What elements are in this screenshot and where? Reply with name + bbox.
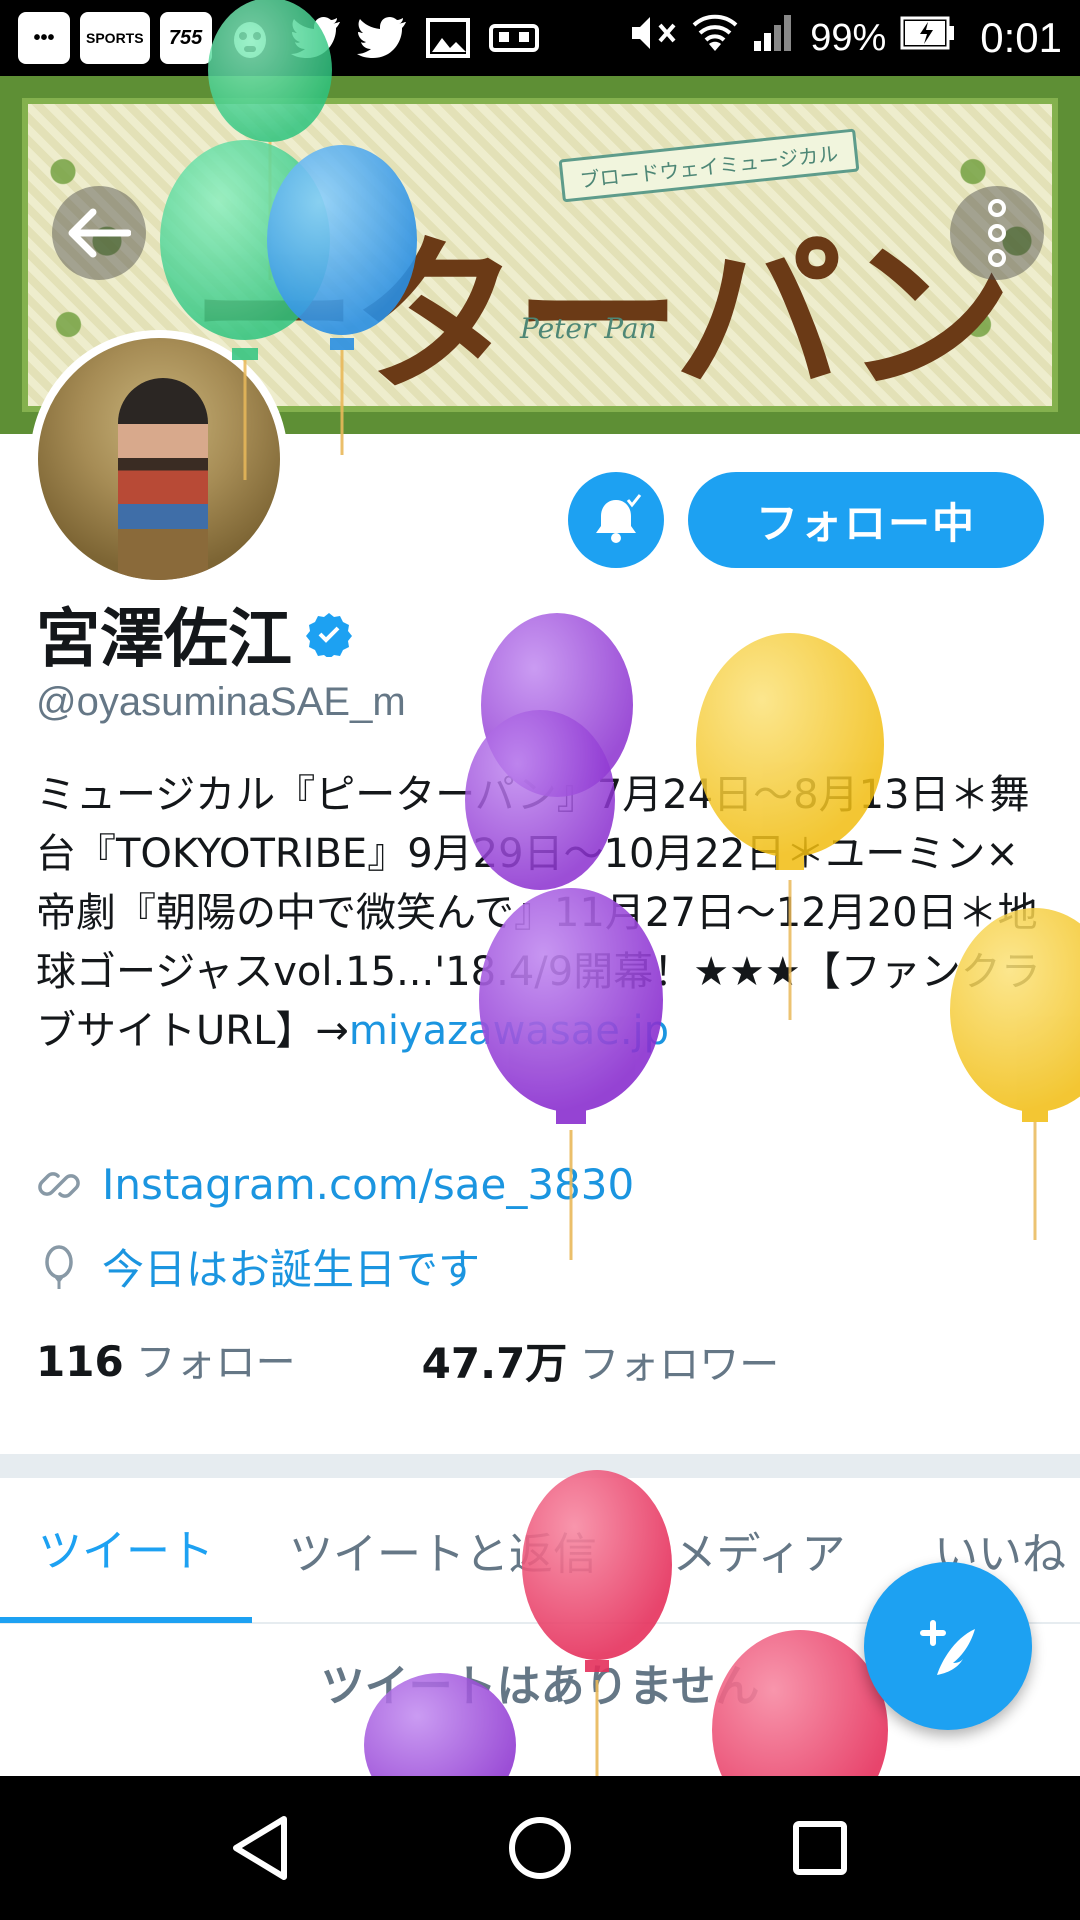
- status-bar: ••• SPORTS 755 99% 0:01: [0, 0, 1080, 76]
- square-recents-icon: [793, 1821, 847, 1875]
- display-name: 宮澤佐江: [36, 603, 292, 677]
- battery-icon: [900, 16, 956, 60]
- nav-home-button[interactable]: [495, 1803, 585, 1893]
- notifications-button[interactable]: [568, 472, 664, 568]
- birthday-row: 今日はお誕生日です: [36, 1236, 480, 1297]
- following-label: フォロー: [135, 1340, 296, 1386]
- twitter-bird-icon-2: [354, 12, 410, 64]
- website-row[interactable]: Instagram.com/sae_3830: [36, 1160, 634, 1209]
- banner-subtitle: Peter Pan: [520, 312, 657, 345]
- compose-tweet-button[interactable]: [864, 1562, 1032, 1730]
- followers-number: 47.7万: [421, 1339, 568, 1388]
- arrow-left-icon: [68, 208, 131, 258]
- app-755-icon: 755: [159, 12, 212, 64]
- battery-percent: 99%: [810, 16, 887, 59]
- bio-link[interactable]: miyazawasae.jp: [349, 1008, 669, 1054]
- followers-label: フォロワー: [579, 1342, 780, 1388]
- triangle-back-icon: [233, 1816, 287, 1880]
- profile-bio: ミュージカル『ピーターパン』7月24日〜8月13日＊舞台『TOKYOTRIBE』…: [36, 766, 1046, 1061]
- avatar-photo: [118, 378, 208, 580]
- notification-app-icon: •••: [18, 12, 70, 64]
- sports-app-icon: SPORTS: [80, 12, 150, 64]
- tab-tweets-and-replies[interactable]: ツイートと返信: [252, 1477, 634, 1623]
- system-navigation-bar: [0, 1776, 1080, 1920]
- signal-icon: [752, 13, 796, 63]
- followers-count[interactable]: 47.7万 フォロワー: [422, 1330, 780, 1391]
- following-number: 116: [36, 1337, 124, 1386]
- tab-tweets[interactable]: ツイート: [0, 1477, 252, 1623]
- compose-tweet-icon: [920, 1620, 975, 1675]
- back-button[interactable]: [52, 186, 146, 280]
- following-count[interactable]: 116 フォロー: [36, 1330, 296, 1391]
- twitter-profile-screen: ••• SPORTS 755 99% 0:01 ブロードウェイミュージカル ータ…: [0, 0, 1080, 1920]
- nav-recents-button[interactable]: [775, 1803, 865, 1893]
- nav-back-button[interactable]: [215, 1803, 305, 1893]
- banner-title: ーターパン: [190, 217, 1013, 415]
- twitter-bird-icon: [288, 12, 344, 64]
- follow-counts: 116 フォロー 47.7万 フォロワー: [36, 1330, 779, 1391]
- name-row: 宮澤佐江: [36, 588, 352, 680]
- more-vertical-icon: [988, 199, 1006, 267]
- birthday-text: 今日はお誕生日です: [102, 1245, 481, 1294]
- tab-media[interactable]: メディア: [634, 1477, 884, 1623]
- dog-app-icon: [222, 12, 278, 64]
- more-options-button[interactable]: [950, 186, 1044, 280]
- circle-home-icon: [509, 1817, 571, 1879]
- wifi-icon: [692, 13, 738, 63]
- verified-badge-icon: [306, 613, 352, 657]
- section-divider: [0, 1454, 1080, 1478]
- user-handle: @oyasuminaSAE_m: [36, 680, 406, 724]
- avatar[interactable]: [30, 330, 288, 588]
- website-link[interactable]: Instagram.com/sae_3830: [102, 1160, 634, 1209]
- image-icon: [420, 12, 476, 64]
- mute-icon: [628, 13, 678, 63]
- link-icon: [38, 1171, 80, 1198]
- balloon-icon: [45, 1244, 73, 1289]
- following-button[interactable]: フォロー中: [688, 472, 1044, 568]
- bell-icon: [596, 494, 642, 543]
- voicemail-icon: [486, 12, 542, 64]
- clock: 0:01: [980, 14, 1062, 61]
